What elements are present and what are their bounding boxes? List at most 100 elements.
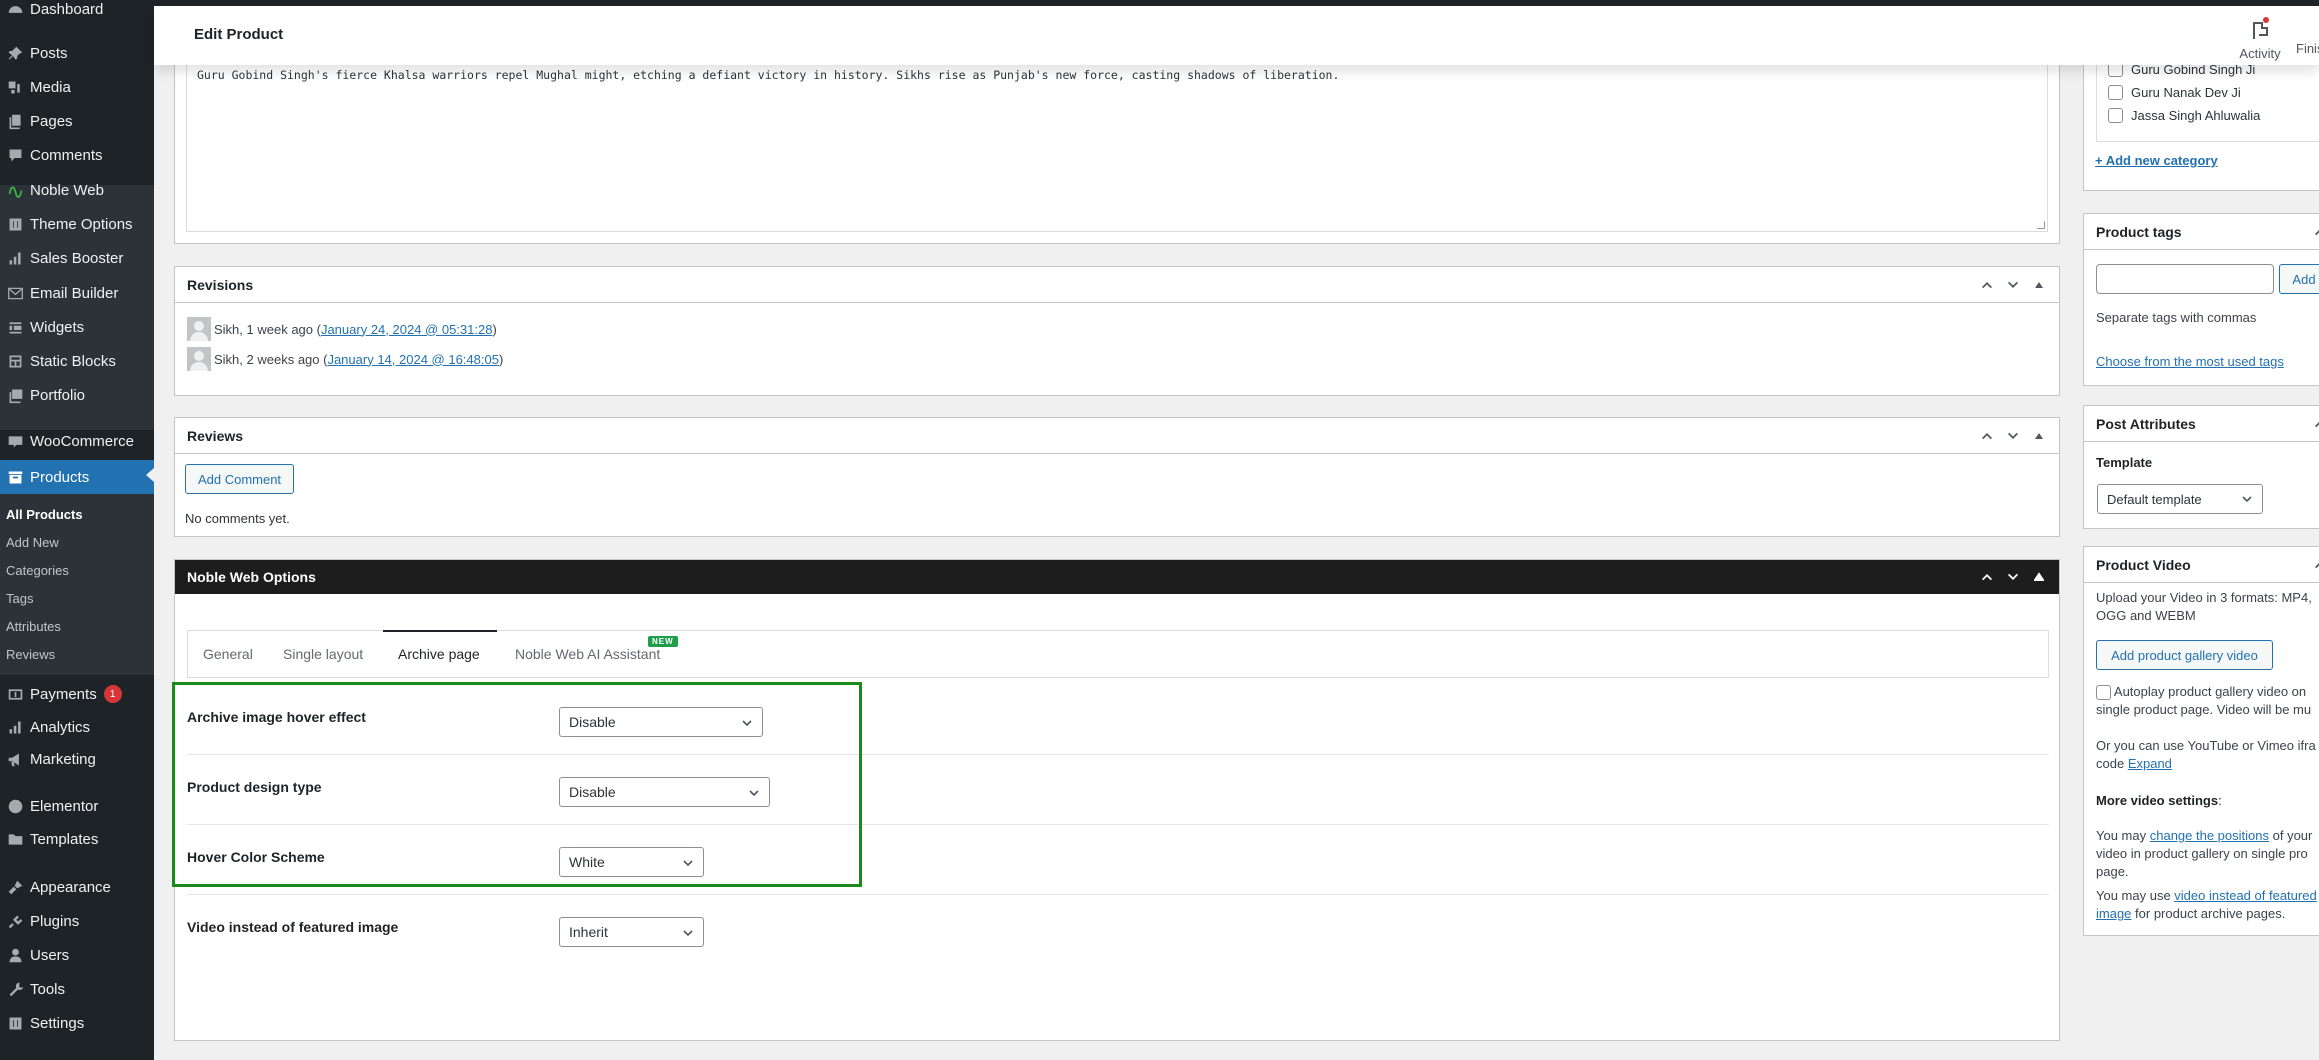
avatar: [187, 347, 211, 371]
chevron-down-icon: [741, 716, 753, 732]
move-up-icon[interactable]: [1979, 569, 1995, 585]
sidebar-item-posts[interactable]: Posts: [0, 38, 154, 68]
video-featured-link[interactable]: video instead of featured: [2174, 888, 2316, 903]
revision-link[interactable]: January 14, 2024 @ 16:48:05: [327, 352, 499, 367]
submenu-reviews[interactable]: Reviews: [6, 647, 55, 662]
add-tag-button[interactable]: Add: [2279, 264, 2319, 294]
tab-ai-assistant[interactable]: Noble Web AI Assistant: [515, 631, 660, 677]
sidebar-item-settings[interactable]: Settings: [0, 1008, 154, 1038]
noble-web-options-box: Noble Web Options General Single layout …: [174, 559, 2060, 1041]
dollar-icon: [0, 686, 30, 703]
submenu-all-products[interactable]: All Products: [6, 507, 83, 522]
category-item: Guru Nanak Dev Ji: [2108, 85, 2241, 100]
sidebar-item-theme-options[interactable]: Theme Options: [0, 209, 154, 239]
move-up-icon[interactable]: [1979, 277, 1995, 293]
revisions-box: Revisions Sikh, 1 week ago (January 24, …: [174, 266, 2060, 396]
sidebar-item-plugins[interactable]: Plugins: [0, 906, 154, 936]
design-type-select[interactable]: Disable: [559, 777, 770, 807]
move-up-icon[interactable]: [1979, 428, 1995, 444]
upload-formats-text: Upload your Video in 3 formats: MP4, OGG…: [2096, 590, 2312, 623]
collapse-icon[interactable]: [2031, 569, 2047, 585]
post-attributes-header: Post Attributes: [2084, 406, 2319, 442]
sidebar-item-users[interactable]: Users: [0, 940, 154, 970]
sidebar-item-pages[interactable]: Pages: [0, 106, 154, 136]
tag-input[interactable]: [2096, 264, 2274, 294]
submenu-attributes[interactable]: Attributes: [6, 619, 61, 634]
tab-archive-page[interactable]: Archive page: [383, 630, 497, 676]
sidebar-item-dashboard[interactable]: Dashboard: [0, 0, 154, 24]
notification-dot: [2263, 17, 2269, 23]
activity-label: Activity: [2239, 46, 2281, 61]
short-description-text: Guru Gobind Singh's fierce Khalsa warrio…: [197, 68, 1340, 82]
most-used-tags-link[interactable]: Choose from the most used tags: [2096, 354, 2284, 369]
change-positions-link[interactable]: change the positions: [2150, 828, 2269, 843]
sidebar-item-portfolio[interactable]: Portfolio: [0, 380, 154, 410]
sidebar-item-noble-web[interactable]: Noble Web: [0, 175, 154, 205]
finish-setup-button[interactable]: Finis: [2296, 41, 2319, 56]
sidebar-item-static-blocks[interactable]: Static Blocks: [0, 346, 154, 376]
short-description-textarea[interactable]: Guru Gobind Singh's fierce Khalsa warrio…: [186, 40, 2048, 232]
move-up-icon[interactable]: [2312, 557, 2319, 573]
move-down-icon[interactable]: [2005, 569, 2021, 585]
activity-button[interactable]: Activity: [2225, 16, 2295, 61]
reviews-title: Reviews: [187, 428, 244, 444]
media-icon: [0, 79, 30, 96]
blocks-icon: [0, 353, 30, 370]
sidebar-item-products[interactable]: Products: [0, 460, 154, 494]
positions-text: You may change the positions of your vid…: [2096, 828, 2313, 879]
add-comment-button[interactable]: Add Comment: [185, 464, 294, 494]
page-title: Edit Product: [194, 26, 284, 43]
options-tabs: General Single layout Archive page Noble…: [187, 630, 2049, 678]
autoplay-option: Autoplay product gallery video on single…: [2096, 684, 2312, 717]
sidebar-item-widgets[interactable]: Widgets: [0, 312, 154, 342]
move-up-icon[interactable]: [2312, 224, 2319, 240]
resize-handle[interactable]: [2037, 221, 2045, 229]
submenu-add-new[interactable]: Add New: [6, 535, 59, 550]
video-featured-link-cont[interactable]: image: [2096, 906, 2131, 921]
sidebar-item-email-builder[interactable]: Email Builder: [0, 278, 154, 308]
move-down-icon[interactable]: [2005, 277, 2021, 293]
product-tags-box: Product tags Add Separate tags with comm…: [2083, 213, 2319, 386]
sidebar-item-elementor[interactable]: Elementor: [0, 791, 154, 821]
autoplay-checkbox[interactable]: [2096, 685, 2111, 701]
revision-row: Sikh, 2 weeks ago (January 14, 2024 @ 16…: [187, 347, 503, 371]
sidebar-item-payments[interactable]: Payments 1: [0, 679, 154, 709]
collapse-icon[interactable]: [2031, 428, 2047, 444]
sidebar-item-woocommerce[interactable]: WooCommerce: [0, 426, 154, 456]
user-icon: [0, 947, 30, 964]
archive-hover-select[interactable]: Disable: [559, 707, 763, 737]
sidebar-item-marketing[interactable]: Marketing: [0, 744, 154, 774]
expand-link[interactable]: Expand: [2128, 756, 2172, 771]
sidebar-item-comments[interactable]: Comments: [0, 140, 154, 170]
add-gallery-video-button[interactable]: Add product gallery video: [2096, 640, 2273, 670]
sidebar-item-sales-booster[interactable]: Sales Booster: [0, 243, 154, 273]
no-comments-text: No comments yet.: [185, 511, 290, 526]
megaphone-icon: [0, 751, 30, 768]
sidebar-item-appearance[interactable]: Appearance: [0, 872, 154, 902]
category-item: Jassa Singh Ahluwalia: [2108, 108, 2260, 123]
revisions-header: Revisions: [175, 267, 2059, 303]
sidebar-item-analytics[interactable]: Analytics: [0, 712, 154, 742]
dashboard-icon: [0, 1, 30, 18]
tab-general[interactable]: General: [203, 631, 253, 677]
template-select[interactable]: Default template: [2097, 484, 2263, 514]
sidebar-item-templates[interactable]: Templates: [0, 824, 154, 854]
video-featured-select[interactable]: Inherit: [559, 917, 704, 947]
category-checkbox[interactable]: [2108, 85, 2123, 100]
collapse-icon[interactable]: [2031, 277, 2047, 293]
hover-color-select[interactable]: White: [559, 847, 704, 877]
admin-sidebar: Dashboard Posts Media Pages Comments Nob…: [0, 0, 154, 1060]
option-label: Video instead of featured image: [187, 919, 399, 935]
sidebar-item-tools[interactable]: Tools: [0, 974, 154, 1004]
new-badge: NEW: [648, 636, 678, 647]
move-down-icon[interactable]: [2005, 428, 2021, 444]
add-new-category-link[interactable]: + Add new category: [2095, 153, 2218, 168]
sidebar-item-media[interactable]: Media: [0, 72, 154, 102]
noble-web-icon: [0, 182, 30, 199]
revision-link[interactable]: January 24, 2024 @ 05:31:28: [321, 322, 493, 337]
category-checkbox[interactable]: [2108, 108, 2123, 123]
move-up-icon[interactable]: [2312, 416, 2319, 432]
tab-single-layout[interactable]: Single layout: [283, 631, 363, 677]
submenu-tags[interactable]: Tags: [6, 591, 33, 606]
submenu-categories[interactable]: Categories: [6, 563, 69, 578]
